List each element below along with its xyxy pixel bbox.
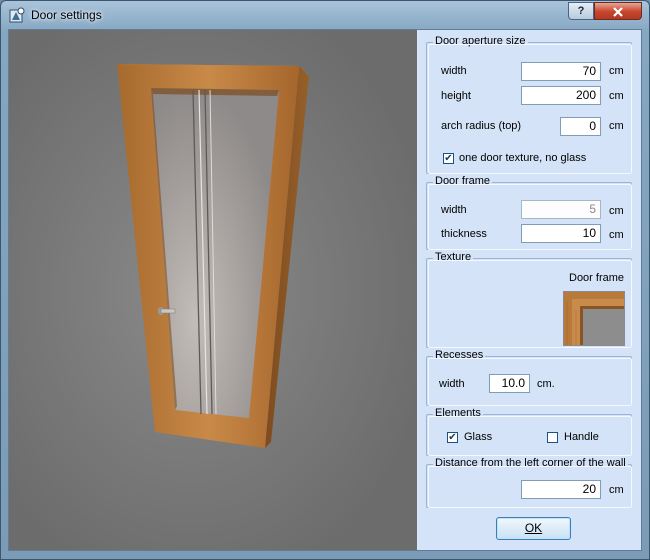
window-title: Door settings: [31, 8, 102, 22]
elements-group: Elements ✔ Glass Handle: [426, 407, 632, 456]
ok-button[interactable]: OK: [496, 517, 571, 540]
aperture-height-unit: cm: [609, 90, 624, 102]
door-settings-window: Door settings ? Door aperture size width…: [0, 0, 650, 560]
settings-panel: Door aperture size width 70 cm height 20…: [418, 30, 641, 550]
elements-legend: Elements: [433, 407, 483, 419]
door-frame-group: Door frame width 5 cm thickness 10 cm: [426, 175, 632, 250]
help-button[interactable]: ?: [568, 2, 594, 20]
handle-label: Handle: [564, 431, 599, 443]
aperture-height-input[interactable]: 200: [521, 86, 601, 105]
frame-width-label: width: [441, 204, 467, 216]
aperture-width-input[interactable]: 70: [521, 62, 601, 81]
aperture-width-label: width: [441, 65, 467, 77]
recesses-width-label: width: [439, 378, 465, 390]
recesses-legend: Recesses: [433, 349, 486, 361]
frame-thickness-input[interactable]: 10: [521, 224, 601, 243]
frame-width-unit: cm: [609, 205, 624, 217]
recesses-group: Recesses width 10.0 cm.: [426, 349, 632, 406]
handle-checkbox[interactable]: [547, 432, 558, 443]
close-button[interactable]: [594, 2, 642, 20]
aperture-width-unit: cm: [609, 65, 624, 77]
title-bar[interactable]: Door settings ?: [1, 1, 649, 29]
dialog-client-area: Door aperture size width 70 cm height 20…: [8, 29, 642, 551]
distance-group: Distance from the left corner of the wal…: [426, 457, 632, 508]
arch-radius-unit: cm: [609, 120, 624, 132]
distance-input[interactable]: 20: [521, 480, 601, 499]
ok-button-label: OK: [524, 521, 543, 535]
frame-thickness-unit: cm: [609, 229, 624, 241]
app-icon: [9, 7, 25, 23]
glass-checkbox[interactable]: ✔: [447, 432, 458, 443]
door-aperture-group: Door aperture size width 70 cm height 20…: [426, 35, 632, 174]
recesses-width-unit: cm.: [537, 378, 555, 390]
wood-texture-image: [564, 292, 624, 345]
one-texture-label: one door texture, no glass: [459, 152, 587, 164]
glass-label: Glass: [464, 431, 493, 443]
texture-legend: Texture: [433, 251, 474, 263]
aperture-height-label: height: [441, 90, 471, 102]
one-texture-checkbox[interactable]: ✔: [443, 153, 454, 164]
distance-legend: Distance from the left corner of the wal…: [433, 457, 628, 469]
close-icon: [613, 7, 623, 17]
texture-group: Texture Door frame: [426, 251, 632, 348]
door-frame-legend: Door frame: [433, 175, 493, 187]
door-3d-image: [9, 30, 417, 550]
arch-radius-input[interactable]: 0: [560, 117, 601, 136]
distance-unit: cm: [609, 484, 624, 496]
frame-width-input[interactable]: 5: [521, 200, 601, 219]
door-preview[interactable]: [9, 30, 417, 550]
frame-thickness-label: thickness: [441, 228, 487, 240]
door-frame-texture-label: Door frame: [569, 272, 625, 284]
arch-radius-label: arch radius (top): [441, 120, 522, 132]
door-frame-texture-swatch[interactable]: [563, 291, 625, 346]
recesses-width-input[interactable]: 10.0: [489, 374, 530, 393]
door-aperture-legend: Door aperture size: [433, 35, 528, 47]
